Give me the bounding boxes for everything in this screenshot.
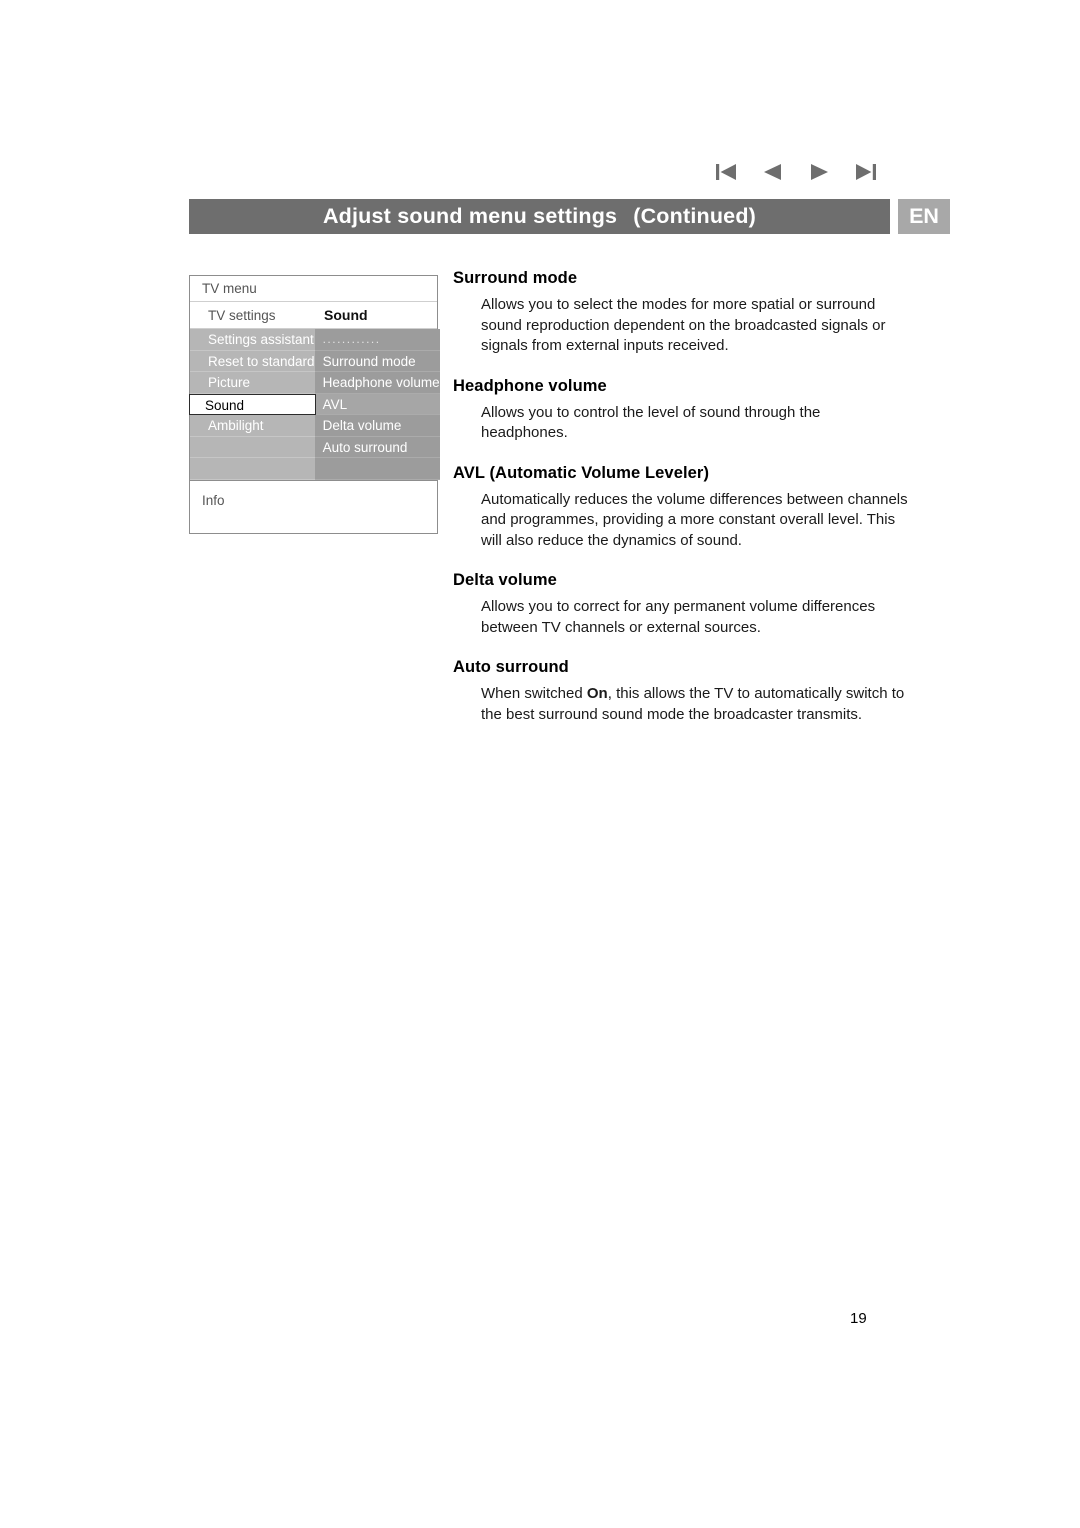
tv-settings-label: TV settings: [208, 308, 276, 323]
menu-item-settings-assistant[interactable]: Settings assistant: [190, 329, 315, 351]
menu-item-reset-to-standard[interactable]: Reset to standard: [190, 351, 315, 372]
first-page-icon[interactable]: [715, 161, 739, 183]
page-title: Adjust sound menu settings: [322, 204, 618, 228]
tv-menu-subheader: TV settings Sound: [190, 302, 437, 329]
section-heading: Auto surround: [453, 658, 569, 676]
last-page-icon[interactable]: [853, 161, 877, 183]
sound-item-separator: ............: [314, 329, 440, 351]
body-prefix: When switched: [481, 685, 587, 702]
section-body: Allows you to control the level of sound…: [481, 403, 821, 442]
section-heading: Surround mode: [453, 269, 578, 287]
section-title-bar: Adjust sound menu settings (Continued): [189, 199, 890, 234]
section-headphone-volume: Headphone volume Allows you to control t…: [453, 377, 908, 444]
tv-menu-illustration: TV menu TV settings Sound Settings assis…: [189, 275, 440, 534]
sound-panel-title: Sound: [324, 307, 368, 323]
section-surround-mode: Surround mode Allows you to select the m…: [453, 269, 908, 357]
tv-menu-right-column: ............ Surround mode Headphone vol…: [314, 329, 440, 480]
menu-item-sound[interactable]: Sound: [189, 393, 316, 415]
sound-item-delta-volume[interactable]: Delta volume: [314, 415, 440, 437]
sound-item-auto-surround[interactable]: Auto surround: [314, 437, 440, 458]
section-body: When switched On, this allows the TV to …: [481, 684, 908, 725]
section-body: Automatically reduces the volume differe…: [481, 490, 908, 549]
sound-item-empty: [314, 458, 440, 480]
section-body: Allows you to select the modes for more …: [481, 296, 886, 354]
menu-item-empty-2: [190, 458, 315, 480]
sound-item-headphone-volume[interactable]: Headphone volume: [314, 372, 440, 394]
page-navigation-controls[interactable]: [715, 155, 895, 189]
section-avl: AVL (Automatic Volume Leveler) Automatic…: [453, 464, 908, 552]
tv-menu-columns: Settings assistant Reset to standard Pic…: [189, 329, 440, 480]
page-title-continued: (Continued): [633, 204, 757, 228]
language-badge: EN: [898, 199, 950, 234]
section-auto-surround: Auto surround When switched On, this all…: [453, 658, 908, 725]
section-heading: Headphone volume: [453, 376, 607, 395]
section-heading: AVL (Automatic Volume Leveler): [453, 463, 710, 482]
sound-item-avl[interactable]: AVL: [314, 393, 440, 415]
body-emphasis: On: [586, 685, 608, 702]
section-heading: Delta volume: [453, 571, 557, 589]
section-body: Allows you to correct for any permanent …: [481, 598, 876, 636]
tv-menu-title: TV menu: [190, 276, 437, 302]
previous-page-icon[interactable]: [761, 161, 785, 183]
menu-item-ambilight[interactable]: Ambilight: [190, 415, 315, 437]
menu-item-picture[interactable]: Picture: [190, 372, 315, 394]
menu-item-empty-1: [190, 437, 315, 458]
section-delta-volume: Delta volume Allows you to correct for a…: [453, 571, 908, 638]
sound-item-surround-mode[interactable]: Surround mode: [314, 351, 440, 372]
article-content: Surround mode Allows you to select the m…: [453, 269, 908, 745]
tv-menu-info-label: Info: [190, 480, 437, 533]
document-page: Adjust sound menu settings (Continued) E…: [0, 0, 1080, 1528]
next-page-icon[interactable]: [807, 161, 831, 183]
tv-menu-left-column: Settings assistant Reset to standard Pic…: [189, 329, 316, 480]
page-number: 19: [850, 1310, 867, 1327]
